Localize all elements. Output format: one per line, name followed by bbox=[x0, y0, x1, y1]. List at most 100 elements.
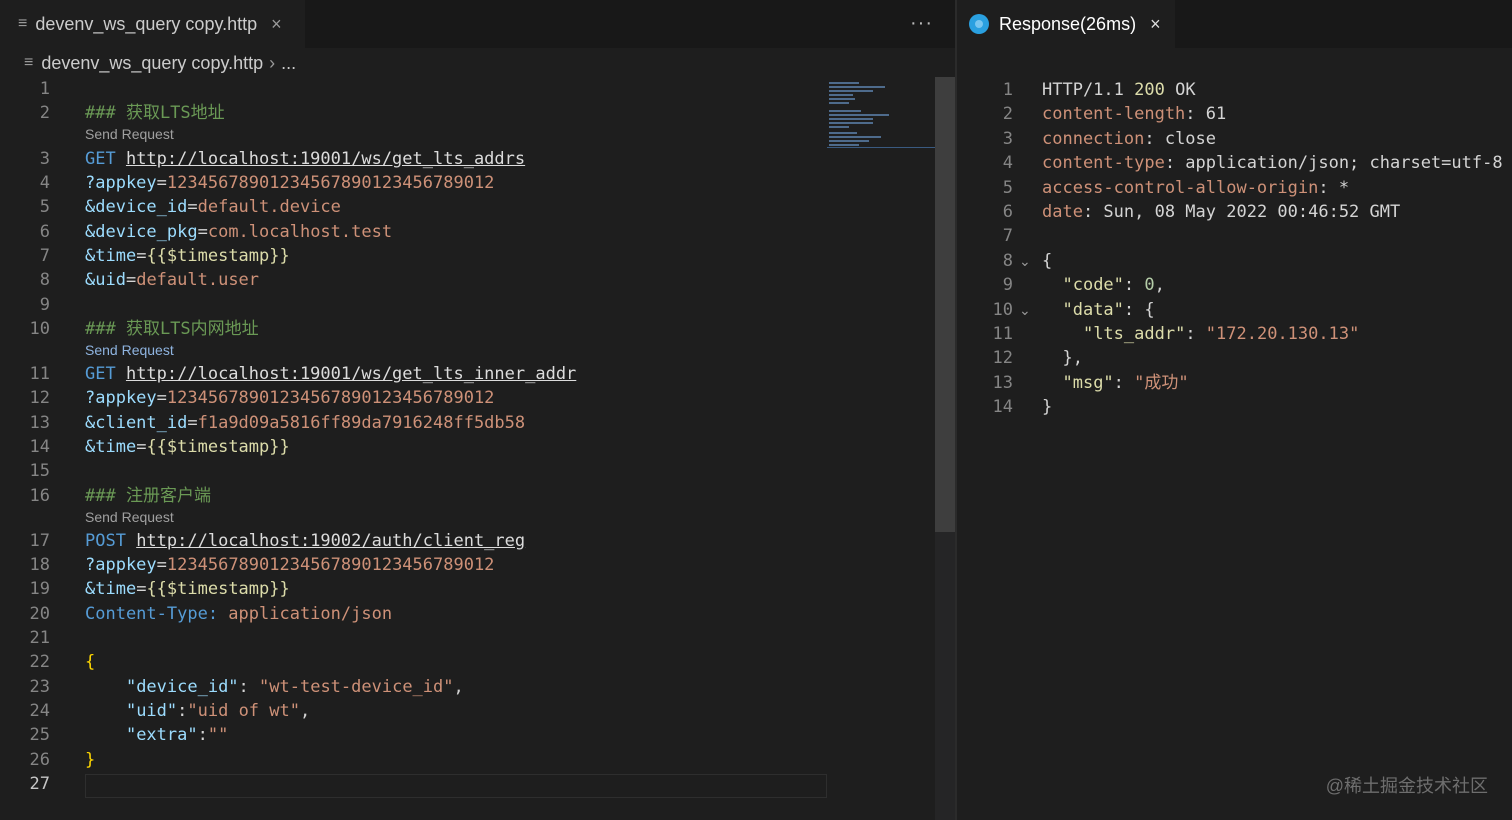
code-line[interactable]: 15 bbox=[0, 459, 955, 483]
response-token bbox=[1042, 300, 1062, 320]
code-token[interactable]: http://localhost:19001/ws/get_lts_inner_… bbox=[126, 364, 576, 384]
code-line[interactable]: 23 "device_id": "wt-test-device_id", bbox=[0, 675, 955, 699]
code-token: 12345678901234567890123456789012 bbox=[166, 173, 495, 193]
vertical-scrollbar-thumb[interactable] bbox=[935, 77, 955, 532]
code-text: POST http://localhost:19002/auth/client_… bbox=[85, 529, 525, 553]
response-line: 4 content-type: application/json; charset… bbox=[957, 151, 1512, 175]
code-line[interactable]: 9 bbox=[0, 293, 955, 317]
response-token bbox=[1042, 275, 1062, 295]
fold-chevron-icon[interactable]: ⌄ bbox=[1019, 249, 1031, 273]
editor-pane: ≡ devenv_ws_query copy.http × ··· ≡ deve… bbox=[0, 0, 955, 820]
line-number: 17 bbox=[29, 531, 50, 551]
response-text: access-control-allow-origin: * bbox=[1042, 176, 1349, 200]
line-number: 23 bbox=[29, 677, 50, 697]
code-token: ### 获取LTS地址 bbox=[85, 103, 225, 123]
response-token: HTTP/1.1 bbox=[1042, 80, 1135, 100]
line-number: 3 bbox=[1002, 128, 1013, 149]
line-number: 22 bbox=[29, 652, 50, 672]
code-line[interactable]: 18 ?appkey=123456789012345678901234567890… bbox=[0, 553, 955, 577]
tab-response[interactable]: Response(26ms) × bbox=[957, 0, 1175, 48]
response-token: { bbox=[1042, 250, 1053, 271]
code-token: "" bbox=[207, 725, 229, 745]
code-token: Content-Type: bbox=[85, 604, 229, 624]
code-text: &uid=default.user bbox=[85, 268, 259, 292]
send-request-lens[interactable]: Send Request bbox=[85, 507, 174, 527]
fold-chevron-icon[interactable]: ⌄ bbox=[1019, 298, 1031, 322]
tab-http-file[interactable]: ≡ devenv_ws_query copy.http × bbox=[0, 0, 305, 48]
code-line[interactable]: 13 &client_id=f1a9d09a5816ff89da7916248ff… bbox=[0, 411, 955, 435]
code-token[interactable]: http://localhost:19001/ws/get_lts_addrs bbox=[126, 149, 525, 169]
code-line[interactable]: 24 "uid":"uid of wt", bbox=[0, 699, 955, 723]
response-token: : bbox=[1113, 372, 1135, 393]
line-number: 14 bbox=[29, 437, 50, 457]
code-line[interactable]: 7 &time={{$timestamp}} bbox=[0, 244, 955, 268]
code-text: &time={{$timestamp}} bbox=[85, 435, 290, 459]
response-line: 14} bbox=[957, 395, 1512, 419]
response-tab-bar: Response(26ms) × bbox=[957, 0, 1512, 48]
code-token: = bbox=[156, 173, 167, 193]
response-text: } bbox=[1042, 395, 1052, 419]
close-icon[interactable]: × bbox=[271, 14, 282, 35]
code-token: GET bbox=[85, 364, 126, 384]
code-token: default.device bbox=[197, 197, 341, 217]
code-line[interactable]: 6 &device_pkg=com.localhost.test bbox=[0, 220, 955, 244]
send-request-lens[interactable]: Send Request bbox=[85, 124, 174, 144]
code-line[interactable]: 4 ?appkey=1234567890123456789012345678901… bbox=[0, 171, 955, 195]
code-line[interactable]: 11 GET http://localhost:19001/ws/get_lts_… bbox=[0, 362, 955, 386]
response-token: "data" bbox=[1062, 299, 1124, 320]
code-line[interactable]: 17 POST http://localhost:19002/auth/clien… bbox=[0, 529, 955, 553]
response-token: "成功" bbox=[1134, 372, 1189, 393]
line-number: 5 bbox=[39, 197, 50, 217]
code-token: : bbox=[177, 701, 188, 721]
code-line[interactable]: 25 "extra":"" bbox=[0, 723, 955, 747]
line-number: 4 bbox=[39, 173, 50, 193]
code-line[interactable]: 12 ?appkey=123456789012345678901234567890… bbox=[0, 386, 955, 410]
code-line[interactable]: 1 bbox=[0, 77, 955, 101]
code-token: "wt-test-device_id" bbox=[259, 677, 454, 697]
code-line[interactable]: 8 &uid=default.user bbox=[0, 268, 955, 292]
minimap[interactable] bbox=[827, 80, 935, 148]
code-token: application/json bbox=[228, 604, 393, 624]
code-text: } bbox=[85, 748, 95, 772]
code-text: ?appkey=12345678901234567890123456789012 bbox=[85, 171, 494, 195]
response-token: : bbox=[1123, 275, 1145, 296]
code-text: &time={{$timestamp}} bbox=[85, 577, 290, 601]
code-line[interactable]: 20 Content-Type: application/json bbox=[0, 602, 955, 626]
code-line[interactable]: 19 &time={{$timestamp}} bbox=[0, 577, 955, 601]
response-text: "code": 0, bbox=[1042, 273, 1164, 297]
line-number: 19 bbox=[29, 579, 50, 599]
code-line[interactable]: 22 { bbox=[0, 650, 955, 674]
response-token: : application/json; charset=utf-8 bbox=[1164, 153, 1503, 174]
response-token: : Sun, 08 May 2022 00:46:52 GMT bbox=[1082, 202, 1401, 222]
line-number: 7 bbox=[39, 246, 50, 266]
code-token: POST bbox=[85, 531, 137, 551]
code-line[interactable]: 14 &time={{$timestamp}} bbox=[0, 435, 955, 459]
code-line[interactable]: 21 bbox=[0, 626, 955, 650]
more-actions-button[interactable]: ··· bbox=[910, 12, 933, 35]
line-number: 13 bbox=[992, 372, 1013, 393]
close-icon[interactable]: × bbox=[1150, 14, 1161, 35]
response-text: date: Sun, 08 May 2022 00:46:52 GMT bbox=[1042, 200, 1400, 224]
code-token: = bbox=[187, 197, 198, 217]
code-line[interactable]: 16 ### 注册客户端 bbox=[0, 484, 955, 508]
code-line[interactable]: 26} bbox=[0, 748, 955, 772]
code-text: ### 获取LTS地址 bbox=[85, 101, 225, 125]
line-number: 26 bbox=[29, 750, 50, 770]
code-token[interactable]: http://localhost:19002/auth/client_reg bbox=[136, 531, 525, 551]
code-token: &time bbox=[85, 579, 137, 599]
code-line[interactable]: 10 ### 获取LTS内网地址 bbox=[0, 317, 955, 341]
code-text: GET http://localhost:19001/ws/get_lts_ad… bbox=[85, 147, 525, 171]
lines-icon: ≡ bbox=[18, 15, 28, 32]
line-number: 10 bbox=[29, 319, 50, 339]
send-request-lens[interactable]: Send Request bbox=[85, 340, 174, 360]
breadcrumb-file[interactable]: devenv_ws_query copy.http bbox=[41, 53, 263, 74]
breadcrumb-rest[interactable]: ... bbox=[281, 53, 296, 74]
code-line[interactable]: 5 &device_id=default.device bbox=[0, 195, 955, 219]
code-token: ### 获取LTS内网地址 bbox=[85, 319, 259, 339]
editor-tab-bar: ≡ devenv_ws_query copy.http × ··· bbox=[0, 0, 955, 48]
response-pane: Response(26ms) × 1 HTTP/1.1 200 OK 2 conten… bbox=[957, 0, 1512, 820]
code-line[interactable]: 2 ### 获取LTS地址 bbox=[0, 101, 955, 125]
code-line[interactable]: 3 GET http://localhost:19001/ws/get_lts_a… bbox=[0, 147, 955, 171]
code-text: "extra":"" bbox=[85, 723, 228, 747]
response-token: access-control-allow-origin bbox=[1042, 177, 1319, 198]
